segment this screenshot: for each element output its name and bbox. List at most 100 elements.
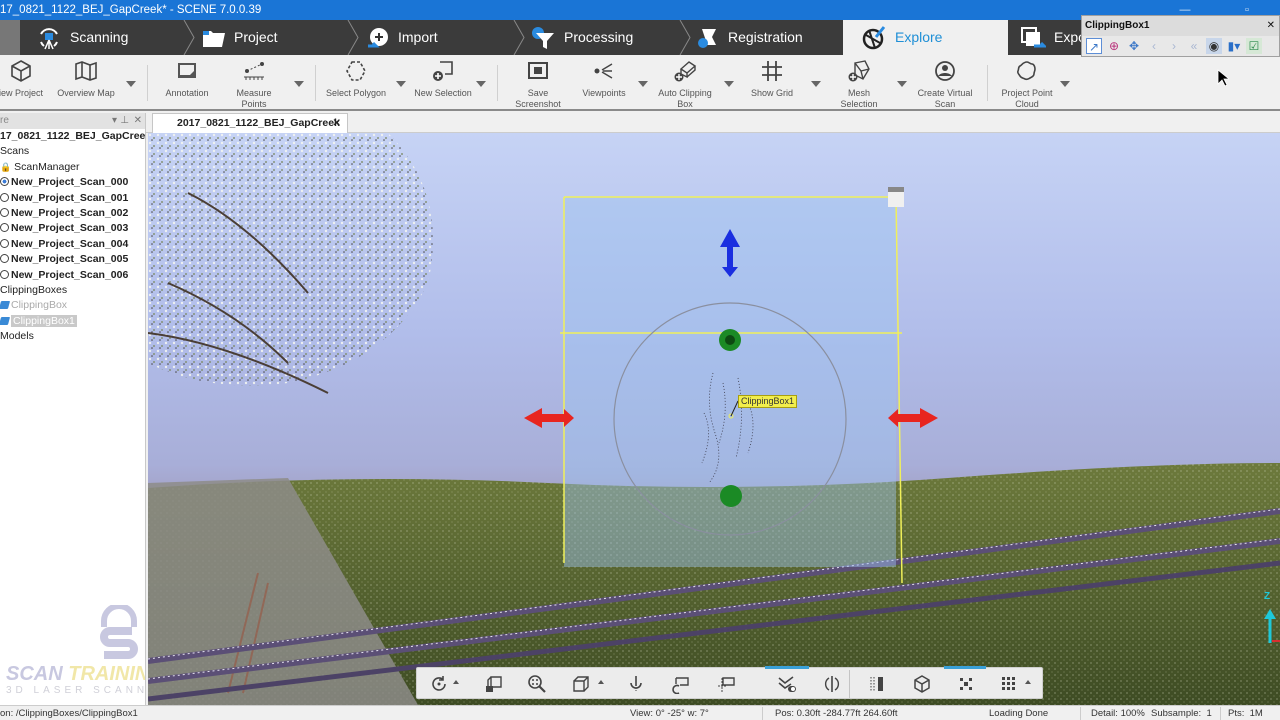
- processing-filter-icon: [532, 26, 554, 49]
- scan-radio-icon[interactable]: [0, 207, 9, 217]
- clippingbox-toolbar-title[interactable]: ClippingBox1 ✕: [1082, 16, 1279, 36]
- scan-radio-icon[interactable]: [0, 238, 9, 248]
- camera-button[interactable]: [482, 672, 506, 696]
- ribbon-label: Annotation: [165, 88, 209, 98]
- create-virtual-scan-button[interactable]: Create Virtual Scan: [913, 59, 977, 110]
- polygon-icon: [346, 61, 366, 81]
- tree-folder-scans[interactable]: Scans: [0, 144, 145, 159]
- ribbon-separator: [497, 65, 498, 101]
- next-icon[interactable]: ›: [1166, 38, 1182, 54]
- section-button[interactable]: [865, 672, 889, 696]
- clippingbox-icon: [0, 316, 11, 325]
- orbit-dropdown[interactable]: [453, 680, 459, 684]
- tree-folder-models[interactable]: Models: [0, 329, 145, 344]
- save-screenshot-button[interactable]: Save Screenshot: [512, 59, 564, 110]
- show-grid-dropdown[interactable]: [811, 81, 821, 87]
- new-selection-icon: [433, 61, 453, 81]
- tab-processing[interactable]: Processing: [530, 20, 633, 55]
- tree-item-scan[interactable]: New_Project_Scan_001: [0, 191, 145, 206]
- status-detail: Detail: 100%: [1091, 708, 1145, 719]
- select-polygon-button[interactable]: Select Polygon: [324, 59, 388, 99]
- toolbar-title-text: ClippingBox1: [1085, 20, 1150, 31]
- clippingbox-tools: ↗ ⊕ ✥ ‹ › « ◉ ▮▾ ☑: [1082, 36, 1279, 56]
- tree-item-clippingbox[interactable]: ClippingBox: [0, 298, 145, 313]
- mesh-selection-button[interactable]: Mesh Selection: [835, 59, 883, 110]
- tree-item-clippingbox1[interactable]: ClippingBox1: [0, 314, 145, 329]
- check-icon[interactable]: ☑: [1246, 38, 1262, 54]
- auto-clipping-box-dropdown[interactable]: [724, 81, 734, 87]
- rotate-axis-button[interactable]: [624, 672, 648, 696]
- camera-icon: [486, 676, 502, 692]
- close-icon[interactable]: ✕: [134, 113, 142, 129]
- eye-icon[interactable]: ◉: [1206, 38, 1222, 54]
- overview-map-dropdown[interactable]: [126, 81, 136, 87]
- scan-radio-icon[interactable]: [0, 177, 9, 187]
- redo-view-button[interactable]: [714, 672, 738, 696]
- tab-scanning[interactable]: Scanning: [36, 20, 128, 55]
- viewpoints-button[interactable]: Viewpoints: [580, 59, 628, 99]
- toolbar-separator: [849, 670, 850, 698]
- tree-item-scan[interactable]: New_Project_Scan_005: [0, 252, 145, 267]
- app-menu-button[interactable]: [0, 20, 20, 55]
- tree-folder-clippingboxes[interactable]: ClippingBoxes: [0, 283, 145, 298]
- tree-item-scan[interactable]: New_Project_Scan_000: [0, 175, 145, 190]
- globe-icon[interactable]: ⊕: [1106, 38, 1122, 54]
- tree-item-scan[interactable]: New_Project_Scan_002: [0, 206, 145, 221]
- tab-registration[interactable]: Registration: [696, 20, 803, 55]
- tab-import[interactable]: Import: [366, 20, 438, 55]
- select-polygon-dropdown[interactable]: [396, 81, 406, 87]
- measure-points-dropdown[interactable]: [294, 81, 304, 87]
- tree-item-scan[interactable]: New_Project_Scan_004: [0, 237, 145, 252]
- scan-radio-icon[interactable]: [0, 254, 9, 264]
- show-grid-button[interactable]: Show Grid: [748, 59, 796, 99]
- auto-clipping-box-button[interactable]: Auto Clipping Box: [655, 59, 715, 110]
- box-button[interactable]: [910, 672, 934, 696]
- grid-icon: [762, 61, 782, 81]
- edit-icon[interactable]: ↗: [1086, 38, 1102, 54]
- tree-item-scan[interactable]: New_Project_Scan_006: [0, 268, 145, 283]
- scan-radio-icon[interactable]: [0, 269, 9, 279]
- tree-item-scanmanager[interactable]: 🔒 ScanManager: [0, 160, 145, 175]
- tab-project[interactable]: Project: [202, 20, 278, 55]
- new-selection-button[interactable]: New Selection: [412, 59, 474, 99]
- move-icon[interactable]: ✥: [1126, 38, 1142, 54]
- bottom-rotate-handle[interactable]: [720, 485, 742, 507]
- tab-export[interactable]: Expo: [1020, 20, 1086, 55]
- points-button[interactable]: [954, 672, 978, 696]
- tree-root[interactable]: 17_0821_1122_BEJ_GapCreek: [0, 129, 145, 144]
- undo-view-button[interactable]: [669, 672, 693, 696]
- new-selection-dropdown[interactable]: [476, 81, 486, 87]
- orbit-button[interactable]: [427, 672, 451, 696]
- document-tab[interactable]: 2017_0821_1122_BEJ_GapCreek ✕: [152, 113, 348, 133]
- view-project-button[interactable]: iew Project: [0, 59, 46, 99]
- scan-radio-icon[interactable]: [0, 192, 9, 202]
- view-cube-dropdown[interactable]: [598, 680, 604, 684]
- overview-map-button[interactable]: Overview Map: [55, 59, 117, 99]
- clippingbox-toolbar[interactable]: ClippingBox1 ✕ ↗ ⊕ ✥ ‹ › « ◉ ▮▾ ☑: [1081, 15, 1280, 57]
- prev-icon[interactable]: ‹: [1146, 38, 1162, 54]
- door-icon[interactable]: ▮▾: [1226, 38, 1242, 54]
- clip-toggle-button[interactable]: [775, 672, 799, 696]
- close-icon[interactable]: ✕: [332, 114, 341, 133]
- pin-icon[interactable]: ⊥: [120, 113, 129, 129]
- view-cube-button[interactable]: [569, 672, 593, 696]
- scan-radio-icon[interactable]: [0, 223, 9, 233]
- clip-toggle-icon: [778, 676, 796, 692]
- grid-dots-dropdown[interactable]: [1025, 680, 1031, 684]
- 3d-viewport[interactable]: ClippingBox1 Z: [148, 133, 1280, 705]
- grid-dots-button[interactable]: [997, 672, 1021, 696]
- project-point-cloud-button[interactable]: Project Point Cloud: [996, 59, 1058, 110]
- panel-menu-icon[interactable]: ▾: [112, 113, 117, 129]
- measure-points-button[interactable]: Measure Points: [230, 59, 278, 110]
- mirror-button[interactable]: [820, 672, 844, 696]
- zoom-button[interactable]: [525, 672, 549, 696]
- first-icon[interactable]: «: [1186, 38, 1202, 54]
- annotation-button[interactable]: Annotation: [160, 59, 214, 99]
- viewpoints-dropdown[interactable]: [638, 81, 648, 87]
- project-point-cloud-dropdown[interactable]: [1060, 81, 1070, 87]
- mesh-selection-dropdown[interactable]: [897, 81, 907, 87]
- close-icon[interactable]: ✕: [1267, 16, 1275, 36]
- clippingbox-label: ClippingBox1: [738, 395, 798, 408]
- tab-explore[interactable]: Explore: [843, 20, 1008, 55]
- tree-item-scan[interactable]: New_Project_Scan_003: [0, 221, 145, 236]
